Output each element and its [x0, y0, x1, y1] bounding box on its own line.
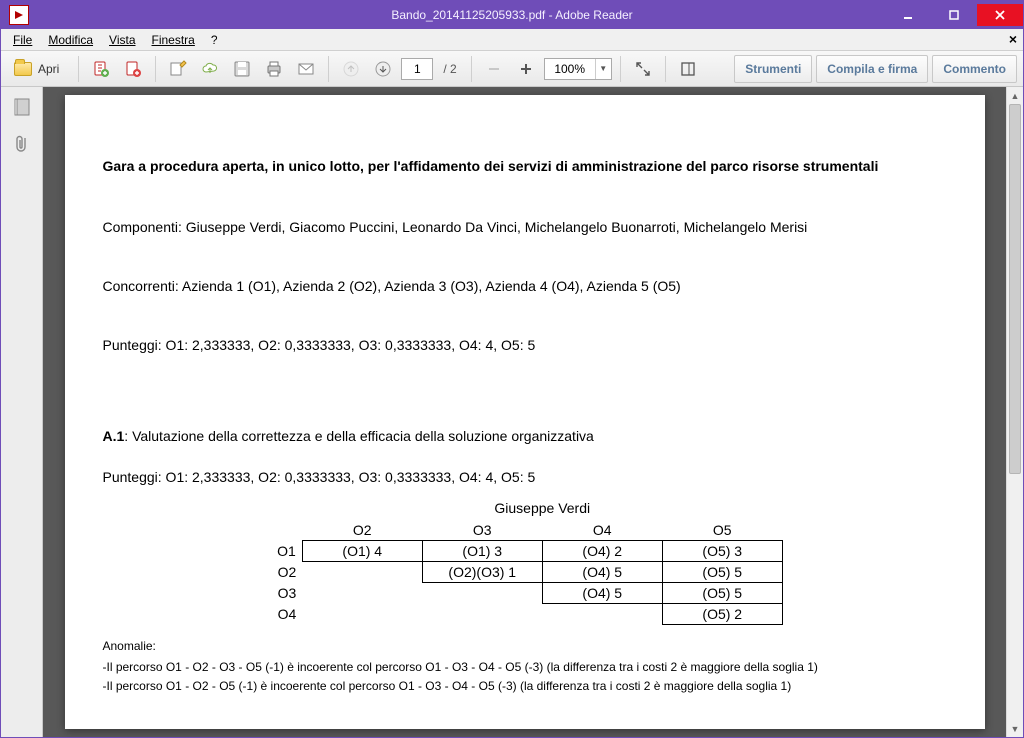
table-row: O3 (O4) 5 (O5) 5 [266, 582, 782, 603]
anomalie-label: Anomalie: [103, 637, 947, 656]
scroll-down-button[interactable]: ▼ [1007, 720, 1023, 737]
menu-file[interactable]: File [5, 31, 40, 49]
section-text: : Valutazione della correttezza e della … [124, 428, 594, 444]
section-code: A.1 [103, 428, 125, 444]
nav-strip [1, 87, 43, 737]
fill-sign-panel-button[interactable]: Compila e firma [816, 55, 928, 83]
menubar: File Modifica Vista Finestra ? × [1, 29, 1023, 51]
content-area: Gara a procedura aperta, in unico lotto,… [1, 87, 1023, 737]
cloud-icon [201, 60, 219, 78]
scroll-thumb[interactable] [1009, 104, 1021, 474]
separator [471, 56, 472, 82]
next-page-button[interactable] [369, 55, 397, 83]
zoom-dropdown[interactable]: ▼ [595, 59, 611, 79]
thumbnails-button[interactable] [11, 97, 33, 119]
read-mode-button[interactable] [674, 55, 702, 83]
anomalie-line: -Il percorso O1 - O2 - O3 - O5 (-1) è in… [103, 658, 947, 677]
email-button[interactable] [292, 55, 320, 83]
expand-icon [634, 60, 652, 78]
create-pdf-button[interactable] [119, 55, 147, 83]
scroll-track[interactable] [1007, 104, 1023, 720]
zoom-in-button[interactable] [512, 55, 540, 83]
col-head: O5 [662, 519, 782, 540]
doc-heading: Gara a procedura aperta, in unico lotto,… [103, 155, 947, 177]
zoom-input[interactable] [545, 62, 595, 76]
titlebar: Bando_20141125205933.pdf - Adobe Reader [1, 1, 1023, 29]
menu-view[interactable]: Vista [101, 31, 143, 49]
fit-screen-button[interactable] [629, 55, 657, 83]
pdf-icon [9, 5, 29, 25]
doc-componenti: Componenti: Giuseppe Verdi, Giacomo Pucc… [103, 217, 947, 238]
doc-punteggi-1: Punteggi: O1: 2,333333, O2: 0,3333333, O… [103, 335, 947, 356]
printer-icon [265, 60, 283, 78]
save-icon [233, 60, 251, 78]
doc-punteggi-2: Punteggi: O1: 2,333333, O2: 0,3333333, O… [103, 467, 947, 488]
print-button[interactable] [260, 55, 288, 83]
table-row: O4 (O5) 2 [266, 603, 782, 624]
tools-panel-button[interactable]: Strumenti [734, 55, 812, 83]
scroll-up-button[interactable]: ▲ [1007, 87, 1023, 104]
attachments-button[interactable] [11, 133, 33, 155]
close-button[interactable] [977, 4, 1023, 26]
zoom-out-button[interactable] [480, 55, 508, 83]
app-window: Bando_20141125205933.pdf - Adobe Reader … [0, 0, 1024, 738]
separator [155, 56, 156, 82]
panel-buttons: Strumenti Compila e firma Commento [734, 55, 1017, 83]
window-controls [885, 4, 1023, 26]
menu-edit[interactable]: Modifica [40, 31, 101, 49]
arrow-down-icon [374, 60, 392, 78]
vertical-scrollbar[interactable]: ▲ ▼ [1006, 87, 1023, 737]
col-head: O2 [302, 519, 422, 540]
menu-window[interactable]: Finestra [144, 31, 203, 49]
document-viewport[interactable]: Gara a procedura aperta, in unico lotto,… [43, 87, 1006, 737]
comparison-table: Giuseppe Verdi O2 O3 O4 O5 O1 (O1) 4 (O1… [266, 498, 783, 625]
page-total-label: / 2 [437, 62, 462, 76]
pdf-page: Gara a procedura aperta, in unico lotto,… [65, 95, 985, 729]
prev-page-button[interactable] [337, 55, 365, 83]
separator [328, 56, 329, 82]
separator [620, 56, 621, 82]
folder-icon [14, 62, 32, 76]
export-icon [92, 60, 110, 78]
open-button[interactable]: Apri [7, 55, 70, 83]
comment-panel-button[interactable]: Commento [932, 55, 1017, 83]
col-head: O3 [422, 519, 542, 540]
export-pdf-button[interactable] [87, 55, 115, 83]
open-label: Apri [38, 62, 59, 76]
separator [78, 56, 79, 82]
page-number-input[interactable] [401, 58, 433, 80]
minus-icon [485, 60, 503, 78]
pencil-icon [169, 60, 187, 78]
save-button[interactable] [228, 55, 256, 83]
table-name: Giuseppe Verdi [302, 498, 782, 519]
col-head: O4 [542, 519, 662, 540]
toolbar: Apri / 2 ▼ Strumenti Compila e firma [1, 51, 1023, 87]
close-document-button[interactable]: × [1009, 31, 1017, 47]
table-row: O2 (O2)(O3) 1 (O4) 5 (O5) 5 [266, 561, 782, 582]
anomalie-line: -Il percorso O1 - O2 - O5 (-1) è incoere… [103, 677, 947, 696]
zoom-select[interactable]: ▼ [544, 58, 612, 80]
arrow-up-icon [342, 60, 360, 78]
edit-button[interactable] [164, 55, 192, 83]
create-icon [124, 60, 142, 78]
cloud-button[interactable] [196, 55, 224, 83]
separator [665, 56, 666, 82]
plus-icon [517, 60, 535, 78]
maximize-button[interactable] [931, 4, 977, 26]
doc-section: A.1: Valutazione della correttezza e del… [103, 426, 947, 447]
doc-concorrenti: Concorrenti: Azienda 1 (O1), Azienda 2 (… [103, 276, 947, 297]
anomalie-block: Anomalie: -Il percorso O1 - O2 - O3 - O5… [103, 637, 947, 697]
read-icon [679, 60, 697, 78]
minimize-button[interactable] [885, 4, 931, 26]
menu-help[interactable]: ? [203, 31, 226, 49]
table-row: O1 (O1) 4 (O1) 3 (O4) 2 (O5) 3 [266, 540, 782, 561]
envelope-icon [297, 60, 315, 78]
window-title: Bando_20141125205933.pdf - Adobe Reader [391, 8, 632, 22]
